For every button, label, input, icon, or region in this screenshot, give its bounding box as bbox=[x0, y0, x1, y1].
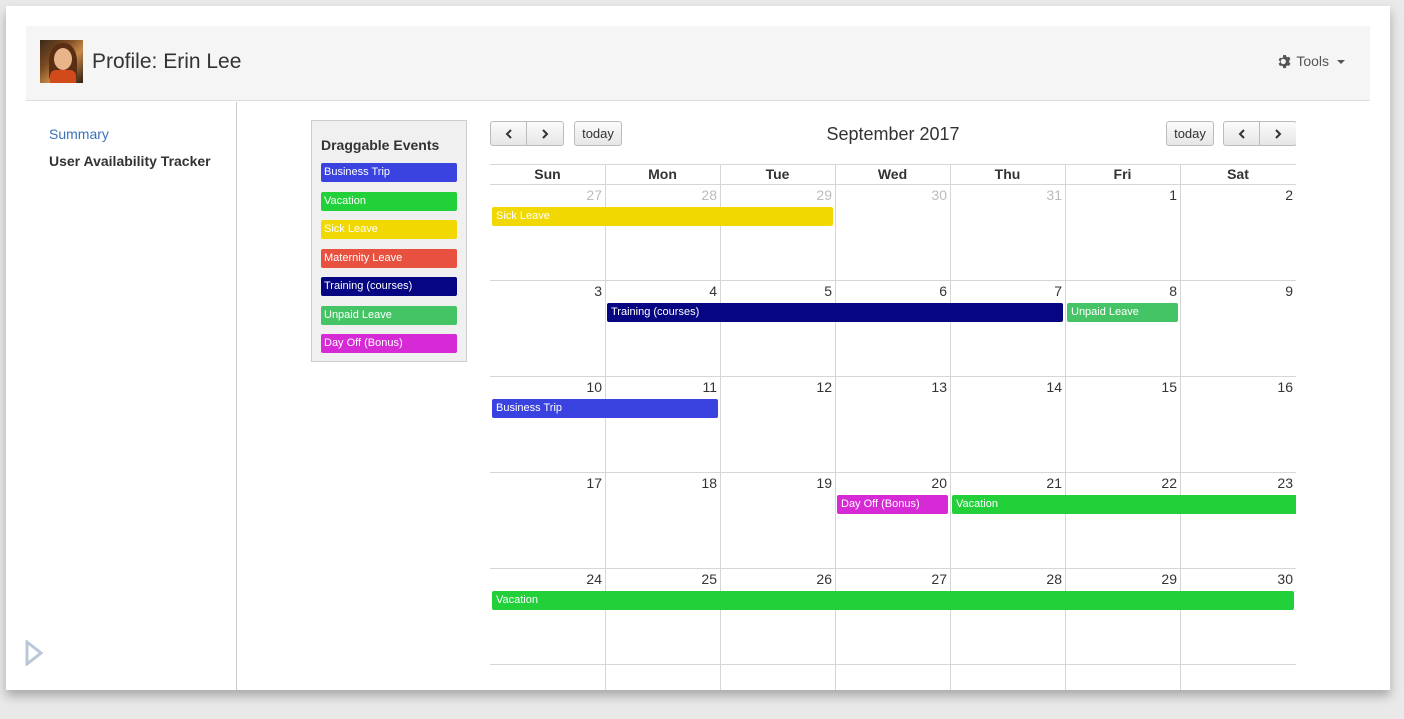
day-number: 27 bbox=[586, 187, 602, 203]
draggable-event-sick-leave[interactable]: Sick Leave bbox=[321, 220, 457, 239]
day-number: 2 bbox=[1285, 187, 1293, 203]
caret-down-icon bbox=[1337, 60, 1345, 64]
day-header-mon: Mon bbox=[648, 166, 677, 182]
day-number: 8 bbox=[1169, 283, 1177, 299]
day-number: 29 bbox=[816, 187, 832, 203]
draggable-event-business-trip[interactable]: Business Trip bbox=[321, 163, 457, 182]
sidebar-item-summary[interactable]: Summary bbox=[49, 126, 109, 142]
expand-sidebar-icon[interactable] bbox=[24, 640, 46, 666]
day-number: 23 bbox=[1277, 475, 1293, 491]
day-number: 17 bbox=[586, 475, 602, 491]
draggable-event-day-off-bonus[interactable]: Day Off (Bonus) bbox=[321, 334, 457, 353]
draggable-events-title: Draggable Events bbox=[321, 137, 440, 153]
day-header-tue: Tue bbox=[765, 166, 790, 182]
day-number: 13 bbox=[931, 379, 947, 395]
calendar-event-business-trip[interactable]: Business Trip bbox=[492, 399, 718, 418]
day-number: 7 bbox=[1054, 283, 1062, 299]
tools-menu-button[interactable]: Tools bbox=[1277, 53, 1345, 69]
draggable-event-training-courses[interactable]: Training (courses) bbox=[321, 277, 457, 296]
day-number: 15 bbox=[1161, 379, 1177, 395]
day-number: 27 bbox=[931, 571, 947, 587]
day-number: 21 bbox=[1046, 475, 1062, 491]
day-number: 5 bbox=[824, 283, 832, 299]
calendar-event-day-off-bonus[interactable]: Day Off (Bonus) bbox=[837, 495, 948, 514]
draggable-event-vacation[interactable]: Vacation bbox=[321, 191, 457, 211]
user-avatar bbox=[40, 40, 83, 83]
day-number: 26 bbox=[816, 571, 832, 587]
profile-header: Profile: Erin Lee Tools bbox=[26, 26, 1370, 101]
day-number: 9 bbox=[1285, 283, 1293, 299]
day-number: 30 bbox=[931, 187, 947, 203]
next-month-button-right[interactable] bbox=[1260, 121, 1296, 146]
day-number: 10 bbox=[586, 379, 602, 395]
chevron-right-icon bbox=[1275, 128, 1282, 139]
calendar-event-vacation[interactable]: Vacation bbox=[492, 591, 1294, 610]
day-header-sat: Sat bbox=[1227, 166, 1249, 182]
day-number: 12 bbox=[816, 379, 832, 395]
day-number: 28 bbox=[1046, 571, 1062, 587]
day-number: 11 bbox=[702, 379, 717, 395]
app-window: Profile: Erin Lee Tools Summary User Ava… bbox=[6, 6, 1390, 690]
day-header-sun: Sun bbox=[534, 166, 561, 182]
page-title: Profile: Erin Lee bbox=[92, 50, 242, 73]
calendar: today September 2017 today Sun Mon Tue Wed T… bbox=[490, 120, 1296, 690]
day-number: 24 bbox=[586, 571, 602, 587]
calendar-event-training-courses[interactable]: Training (courses) bbox=[607, 303, 1063, 322]
day-number: 29 bbox=[1161, 571, 1177, 587]
day-number: 3 bbox=[594, 283, 602, 299]
grid-line bbox=[490, 664, 1296, 665]
draggable-event-unpaid-leave[interactable]: Unpaid Leave bbox=[321, 305, 457, 325]
gear-icon bbox=[1278, 54, 1291, 68]
day-number: 19 bbox=[816, 475, 832, 491]
day-number: 4 bbox=[709, 283, 717, 299]
day-header-thu: Thu bbox=[994, 166, 1021, 182]
day-header-fri: Fri bbox=[1113, 166, 1132, 182]
day-number: 20 bbox=[931, 475, 947, 491]
day-number: 16 bbox=[1277, 379, 1293, 395]
sidebar-item-user-availability-tracker[interactable]: User Availability Tracker bbox=[49, 153, 211, 169]
tools-label: Tools bbox=[1296, 53, 1329, 69]
calendar-event-vacation[interactable]: Vacation bbox=[952, 495, 1296, 514]
day-number: 14 bbox=[1046, 379, 1062, 395]
day-number: 22 bbox=[1161, 475, 1177, 491]
month-grid: Sun Mon Tue Wed Thu Fri Sat 27 28 29 30 31 1 2 3 4 5 6 7 8 9… bbox=[490, 164, 1296, 690]
calendar-event-unpaid-leave[interactable]: Unpaid Leave bbox=[1067, 303, 1178, 322]
prev-month-button-right[interactable] bbox=[1223, 121, 1260, 146]
day-number: 31 bbox=[1046, 187, 1062, 203]
right-nav-group: today bbox=[1166, 121, 1296, 146]
calendar-event-sick-leave[interactable]: Sick Leave bbox=[492, 207, 833, 226]
draggable-events-panel: Draggable Events Business Trip Vacation Si… bbox=[311, 120, 467, 362]
day-number: 1 bbox=[1169, 187, 1177, 203]
sidebar: Summary User Availability Tracker bbox=[26, 102, 237, 690]
chevron-left-icon bbox=[1238, 128, 1245, 139]
draggable-event-maternity-leave[interactable]: Maternity Leave bbox=[321, 248, 457, 268]
day-number: 25 bbox=[701, 571, 717, 587]
day-number: 18 bbox=[701, 475, 717, 491]
day-number: 28 bbox=[701, 187, 717, 203]
day-header-wed: Wed bbox=[877, 166, 908, 182]
day-number: 30 bbox=[1277, 571, 1293, 587]
today-button-right[interactable]: today bbox=[1166, 121, 1214, 146]
day-number: 6 bbox=[939, 283, 947, 299]
